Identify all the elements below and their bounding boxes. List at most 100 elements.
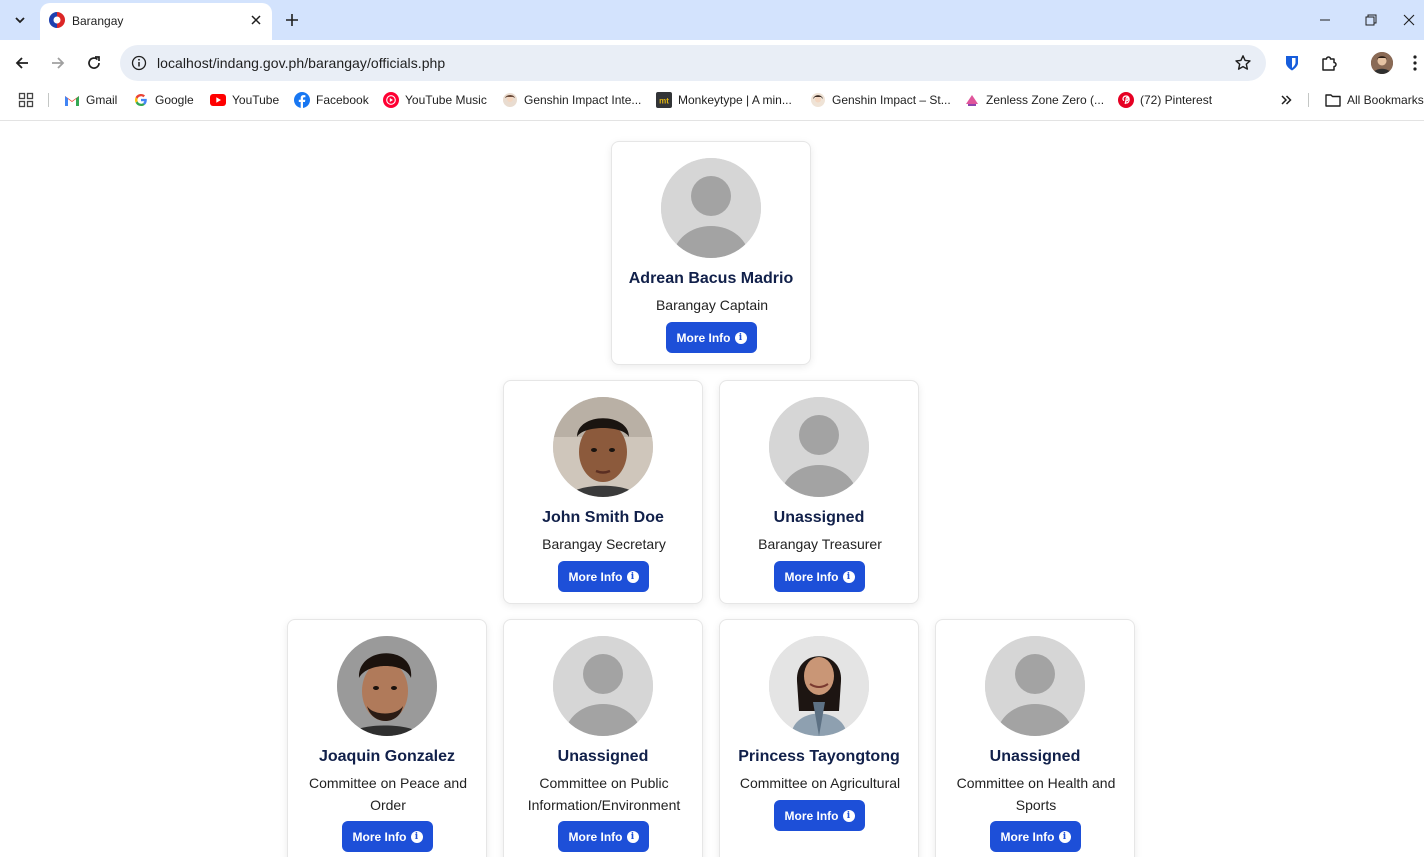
tab-search-button[interactable]: [6, 6, 34, 34]
official-photo-placeholder: [985, 636, 1085, 736]
window-close-button[interactable]: [1393, 0, 1424, 40]
reload-icon: [88, 56, 100, 69]
official-role: Barangay Captain: [655, 297, 769, 313]
gmail-icon: [64, 92, 80, 108]
folder-icon: [1325, 92, 1341, 108]
bookmark-label: YouTube: [232, 93, 280, 107]
tab-title: Barangay: [72, 14, 124, 28]
info-icon: i: [734, 331, 747, 344]
info-icon: i: [626, 830, 639, 843]
arrow-left-icon: [15, 57, 28, 69]
official-photo-placeholder: [769, 397, 869, 497]
minimize-button[interactable]: [1302, 0, 1348, 40]
all-bookmarks-button[interactable]: All Bookmarks: [1325, 91, 1424, 109]
address-bar[interactable]: localhost/indang.gov.ph/barangay/officia…: [120, 45, 1266, 81]
more-info-button[interactable]: More Info i: [342, 821, 433, 852]
bookmark-label: Genshin Impact – St...: [832, 93, 951, 107]
bookmark-label: Google: [155, 93, 194, 107]
tab-strip: Barangay: [0, 0, 1424, 40]
more-info-button[interactable]: More Info i: [990, 821, 1081, 852]
bookmark-google[interactable]: Google: [133, 91, 194, 109]
official-name: Unassigned: [773, 509, 865, 526]
info-icon: i: [842, 809, 855, 822]
official-name: John Smith Doe: [542, 509, 664, 526]
bookmark-star-icon[interactable]: [1234, 54, 1252, 72]
info-icon: i: [626, 570, 639, 583]
bookmark-facebook[interactable]: Facebook: [294, 91, 369, 109]
svg-text:mt: mt: [659, 97, 669, 106]
youtube-icon: [210, 92, 226, 108]
facebook-icon: [294, 92, 310, 108]
more-info-button[interactable]: More Info i: [558, 561, 649, 592]
bookmark-youtube[interactable]: YouTube: [210, 91, 279, 109]
official-photo: [337, 636, 437, 736]
bookmark-label: Monkeytype | A min...: [678, 93, 792, 107]
bookmark-label: Gmail: [86, 93, 118, 107]
extensions-puzzle-icon[interactable]: [1317, 51, 1341, 75]
info-icon: i: [410, 830, 423, 843]
browser-toolbar: localhost/indang.gov.ph/barangay/officia…: [0, 40, 1424, 86]
bookmarks-bar: Gmail Google YouTube Facebook YouTube Mu…: [0, 86, 1424, 114]
more-info-button[interactable]: More Info i: [774, 800, 865, 831]
more-info-label: More Info: [352, 829, 407, 844]
official-card: Unassigned Committee on Health and Sport…: [935, 619, 1135, 857]
bookmarks-separator: [48, 93, 49, 107]
officials-page: Adrean Bacus Madrio Barangay Captain Mor…: [0, 121, 1424, 857]
restore-icon: [1365, 14, 1377, 26]
arrow-right-icon: [52, 57, 65, 69]
official-name: Unassigned: [557, 748, 649, 765]
official-card: Unassigned Committee on Public Informati…: [503, 619, 703, 857]
more-info-label: More Info: [676, 330, 731, 345]
bitwarden-extension-icon[interactable]: [1280, 51, 1304, 75]
reload-button[interactable]: [80, 49, 108, 77]
site-info-icon[interactable]: [128, 52, 150, 74]
official-card: Joaquin Gonzalez Committee on Peace and …: [287, 619, 487, 857]
bookmark-youtube-music[interactable]: YouTube Music: [383, 91, 487, 109]
forward-button[interactable]: [44, 49, 72, 77]
browser-tab[interactable]: Barangay: [40, 3, 272, 40]
bookmark-genshin-interactive[interactable]: Genshin Impact Inte...: [502, 91, 641, 109]
bookmark-zenless[interactable]: Zenless Zone Zero (...: [964, 91, 1104, 109]
more-info-label: More Info: [784, 808, 839, 823]
official-role: Committee on Agricultural: [739, 775, 901, 791]
tab-close-icon[interactable]: [248, 12, 264, 28]
official-role: Barangay Secretary: [542, 536, 666, 552]
official-card: John Smith Doe Barangay Secretary More I…: [503, 380, 703, 604]
bookmark-monkeytype[interactable]: mt Monkeytype | A min...: [656, 91, 792, 109]
official-card: Adrean Bacus Madrio Barangay Captain Mor…: [611, 141, 811, 365]
official-role: Barangay Treasurer: [758, 536, 882, 552]
close-icon: [1403, 14, 1414, 26]
official-name: Joaquin Gonzalez: [318, 748, 455, 765]
bookmark-label: YouTube Music: [405, 93, 487, 107]
bookmarks-overflow-button[interactable]: [1278, 91, 1294, 109]
genshin-icon: [810, 92, 826, 108]
official-name: Adrean Bacus Madrio: [628, 270, 794, 287]
bookmark-label: Genshin Impact Inte...: [524, 93, 642, 107]
more-info-button[interactable]: More Info i: [774, 561, 865, 592]
google-icon: [133, 92, 149, 108]
back-button[interactable]: [8, 49, 36, 77]
official-card: Princess Tayongtong Committee on Agricul…: [719, 619, 919, 857]
more-info-button[interactable]: More Info i: [558, 821, 649, 852]
apps-button[interactable]: [18, 91, 34, 109]
more-info-label: More Info: [784, 569, 839, 584]
more-info-button[interactable]: More Info i: [666, 322, 757, 353]
browser-menu-icon[interactable]: [1406, 51, 1424, 75]
official-name: Unassigned: [989, 748, 1081, 765]
restore-button[interactable]: [1348, 0, 1394, 40]
zenless-icon: [964, 92, 980, 108]
url-text[interactable]: localhost/indang.gov.ph/barangay/officia…: [157, 55, 445, 71]
chevron-down-icon: [15, 17, 25, 24]
monkeytype-icon: mt: [656, 92, 672, 108]
new-tab-button[interactable]: [280, 8, 304, 32]
apps-grid-icon: [18, 92, 34, 108]
barangay-favicon-icon: [49, 12, 65, 28]
more-info-label: More Info: [568, 829, 623, 844]
bookmark-genshin-st[interactable]: Genshin Impact – St...: [810, 91, 951, 109]
bookmark-label: Zenless Zone Zero (...: [986, 93, 1105, 107]
youtube-music-icon: [383, 92, 399, 108]
official-role: Committee on Public Information/Environm…: [527, 775, 681, 813]
bookmark-pinterest[interactable]: (72) Pinterest: [1118, 91, 1212, 109]
bookmark-gmail[interactable]: Gmail: [64, 91, 117, 109]
profile-avatar[interactable]: [1371, 52, 1393, 74]
